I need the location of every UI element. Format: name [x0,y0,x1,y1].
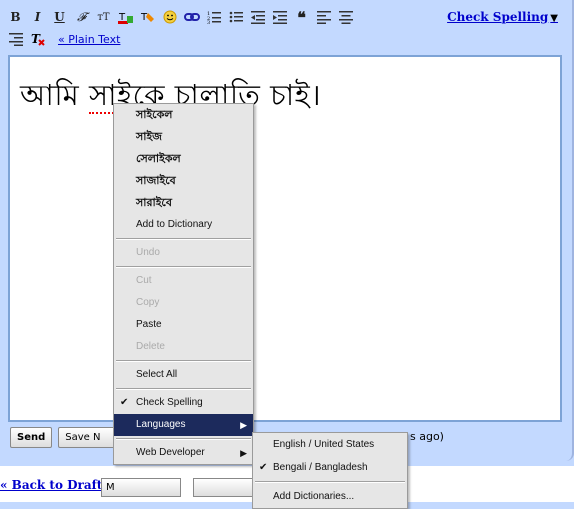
check-spelling-item[interactable]: ✔ Check Spelling [114,392,253,414]
move-button[interactable]: M [101,478,181,497]
numbered-list-icon[interactable]: 123 [204,9,223,25]
font-size-icon[interactable]: тT [94,9,113,25]
submenu-arrow-icon: ▶ [240,448,247,458]
web-developer-item[interactable]: Web Developer ▶ [114,442,253,464]
toolbar-row-1: B I U 𝓕 тT T T 123 ❝ [6,8,358,27]
context-menu: সাইকেল সাইজ সেলাইকল সাজাইবে সারাইবে Add … [113,103,254,465]
underline-icon[interactable]: U [50,9,69,25]
menu-separator [116,360,251,362]
submenu-arrow-icon: ▶ [240,420,247,430]
checkmark-icon: ✔ [120,397,129,408]
align-center-icon[interactable] [336,9,355,25]
send-button[interactable]: Send [10,426,53,448]
language-english-item[interactable]: English / United States [253,433,407,456]
undo-item: Undo [136,247,160,258]
font-icon[interactable]: 𝓕 [72,9,91,25]
menu-separator [116,266,251,268]
lower-secondary-button[interactable] [193,478,253,497]
language-bengali-item[interactable]: ✔ Bengali / Bangladesh [253,456,407,479]
check-spelling-link[interactable]: Check Spelling ▼ [447,10,558,24]
add-dictionaries-item[interactable]: Add Dictionaries... [253,485,407,508]
text-before: আমি [20,78,89,112]
languages-item-label: Languages [136,419,186,430]
web-developer-item-label: Web Developer [136,447,205,458]
autosave-status: s ago) [410,430,444,443]
menu-separator [116,388,251,390]
italic-icon[interactable]: I [28,9,47,25]
emoticon-icon[interactable] [160,9,179,25]
check-spelling-label: Check Spelling [447,10,549,24]
plain-text-link[interactable]: « Plain Text [58,33,120,46]
add-to-dictionary-item[interactable]: Add to Dictionary [114,214,253,236]
suggestion-item[interactable]: সাজাইবে [114,170,253,192]
bulleted-list-icon[interactable] [226,9,245,25]
indent-less-icon[interactable] [248,9,267,25]
menu-separator [116,438,251,440]
cut-item: Cut [136,275,152,286]
language-bengali-label: Bengali / Bangladesh [273,462,368,473]
select-all-item[interactable]: Select All [114,364,253,386]
copy-item: Copy [136,297,160,308]
suggestion-item[interactable]: সাইকেল [114,104,253,126]
languages-submenu: English / United States ✔ Bengali / Bang… [252,432,408,509]
paste-item[interactable]: Paste [114,314,253,336]
suggestion-item[interactable]: সারাইবে [114,192,253,214]
formatting-toolbar: B I U 𝓕 тT T T 123 ❝ Check Spelling ▼ T … [6,8,566,48]
compose-panel: B I U 𝓕 тT T T 123 ❝ Check Spelling ▼ T … [0,0,574,461]
indent-more-icon[interactable] [270,9,289,25]
message-body-editor[interactable]: আমি সাইকে চালাতি চাই। [8,55,562,422]
toolbar-row-2: T « Plain Text [6,30,120,48]
languages-item[interactable]: Languages ▶ [114,414,253,436]
check-spelling-item-label: Check Spelling [136,397,203,408]
align-left-icon[interactable] [314,9,333,25]
back-to-drafts-link[interactable]: « Back to Drafts [0,478,109,492]
suggestion-item[interactable]: সাইজ [114,126,253,148]
link-icon[interactable] [182,9,201,25]
chevron-down-icon: ▼ [550,13,558,24]
quote-icon[interactable]: ❝ [292,8,311,27]
menu-separator [255,481,405,483]
menu-separator [116,238,251,240]
suggestion-item[interactable]: সেলাইকল [114,148,253,170]
svg-text:3: 3 [207,20,210,24]
bold-icon[interactable]: B [6,9,25,25]
delete-item: Delete [136,341,165,352]
remove-formatting-icon[interactable]: T [28,31,47,47]
text-color-icon[interactable]: T [116,9,135,25]
align-right-icon[interactable] [6,31,25,47]
checkmark-icon: ✔ [259,462,268,473]
highlight-icon[interactable]: T [138,9,157,25]
